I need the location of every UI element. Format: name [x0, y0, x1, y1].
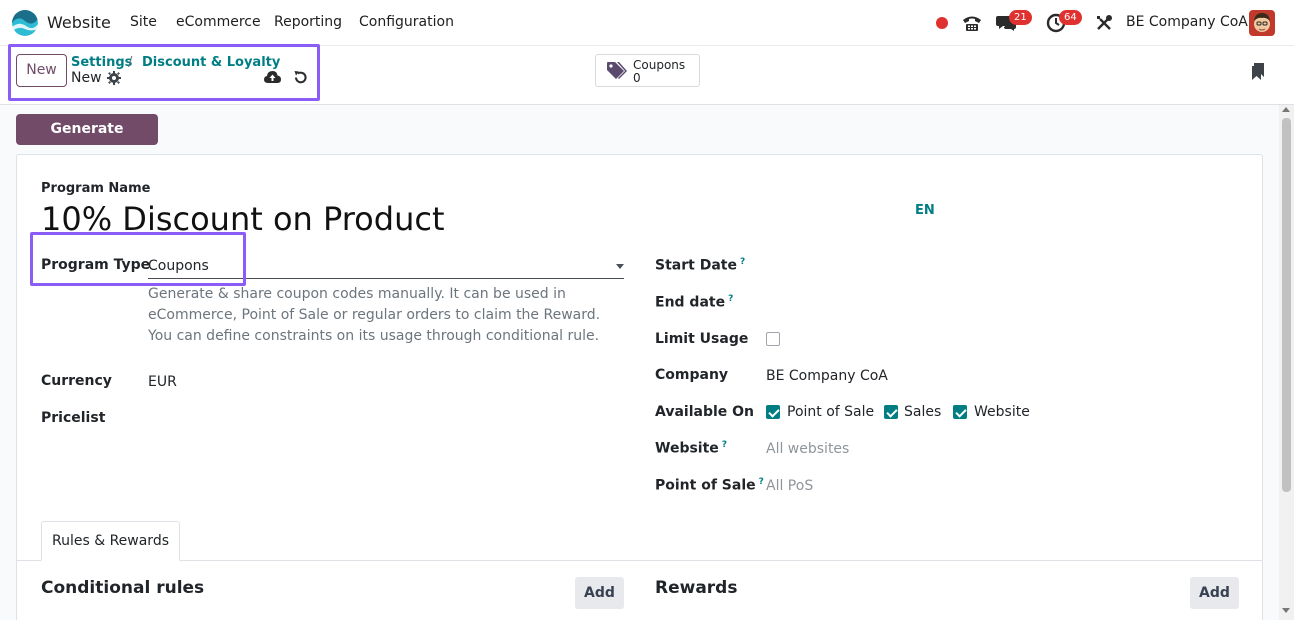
top-navbar: Website Site eCommerce Reporting Configu… [0, 0, 1294, 46]
discard-undo-icon[interactable] [293, 70, 308, 85]
recording-status-icon[interactable] [936, 17, 948, 29]
coupons-button-label: Coupons [633, 58, 686, 72]
end-date-label: End date? [655, 294, 734, 311]
breadcrumb-separator: / [128, 55, 133, 70]
add-reward-button[interactable]: Add [1190, 577, 1239, 609]
point-of-sale-label: Point of Sale? [655, 477, 764, 494]
debug-tools-icon[interactable] [1093, 12, 1115, 34]
bookmark-icon[interactable] [1251, 63, 1265, 80]
app-name[interactable]: Website [47, 13, 111, 32]
available-website-label: Website [974, 404, 1030, 420]
limit-usage-checkbox[interactable] [766, 332, 780, 346]
user-avatar[interactable] [1249, 10, 1275, 36]
add-conditional-rule-button[interactable]: Add [575, 577, 624, 609]
start-date-label: Start Date? [655, 257, 746, 274]
program-name-label: Program Name [41, 181, 151, 196]
chat-count-badge: 21 [1009, 10, 1032, 25]
scrollbar-thumb[interactable] [1282, 118, 1291, 492]
help-tooltip-icon[interactable]: ? [728, 294, 733, 304]
company-switcher[interactable]: BE Company CoA [1126, 14, 1248, 30]
language-translate-button[interactable]: EN [915, 203, 935, 218]
chevron-down-icon[interactable] [616, 264, 624, 269]
new-button[interactable]: New [16, 54, 67, 87]
program-type-select[interactable]: Coupons [148, 258, 209, 274]
company-label: Company [655, 367, 729, 383]
gear-icon[interactable] [107, 71, 121, 85]
rewards-title: Rewards [655, 578, 738, 598]
breadcrumb-settings[interactable]: Settings [71, 55, 132, 70]
phone-icon[interactable] [961, 12, 983, 34]
website-field[interactable]: All websites [766, 441, 849, 457]
breadcrumb-discount-loyalty[interactable]: Discount & Loyalty [142, 55, 280, 70]
tags-icon [606, 61, 628, 81]
program-type-underline [148, 278, 624, 279]
generate-coupons-button[interactable]: Generate Coupons [16, 114, 158, 168]
program-type-label: Program Type [41, 257, 151, 273]
save-cloud-icon[interactable] [264, 70, 281, 84]
menu-site[interactable]: Site [130, 14, 157, 30]
program-name-field[interactable]: 10% Discount on Product [41, 200, 444, 238]
program-type-help-text: Generate & share coupon codes manually. … [148, 286, 601, 344]
scroll-down-arrow-icon[interactable] [1282, 608, 1290, 613]
pricelist-label: Pricelist [41, 410, 106, 426]
help-tooltip-icon[interactable]: ? [740, 257, 745, 267]
available-website-checkbox[interactable] [953, 405, 967, 419]
menu-configuration[interactable]: Configuration [359, 14, 454, 30]
available-pos-checkbox[interactable] [766, 405, 780, 419]
coupons-button-count: 0 [633, 71, 641, 85]
tab-divider [16, 560, 1263, 561]
company-field[interactable]: BE Company CoA [766, 368, 888, 384]
tab-rules-rewards[interactable]: Rules & Rewards [41, 521, 180, 561]
available-on-label: Available On [655, 404, 755, 420]
currency-label: Currency [41, 373, 112, 389]
available-sales-label: Sales [904, 404, 942, 420]
menu-ecommerce[interactable]: eCommerce [176, 14, 261, 30]
scroll-up-arrow-icon[interactable] [1282, 107, 1290, 112]
currency-field[interactable]: EUR [148, 374, 177, 390]
help-tooltip-icon[interactable]: ? [722, 440, 727, 450]
limit-usage-label: Limit Usage [655, 331, 749, 347]
control-panel: New Settings / Discount & Loyalty New Co… [0, 46, 1294, 105]
website-app-icon[interactable] [12, 10, 38, 36]
website-label: Website? [655, 440, 728, 457]
point-of-sale-field[interactable]: All PoS [766, 478, 813, 494]
coupons-smart-button[interactable]: Coupons 0 [595, 54, 700, 87]
breadcrumb-current-record: New [71, 70, 102, 86]
help-tooltip-icon[interactable]: ? [759, 477, 764, 487]
activity-count-badge: 64 [1059, 10, 1082, 25]
available-pos-label: Point of Sale [787, 404, 875, 420]
available-sales-checkbox[interactable] [884, 405, 898, 419]
conditional-rules-title: Conditional rules [41, 578, 205, 598]
menu-reporting[interactable]: Reporting [274, 14, 342, 30]
